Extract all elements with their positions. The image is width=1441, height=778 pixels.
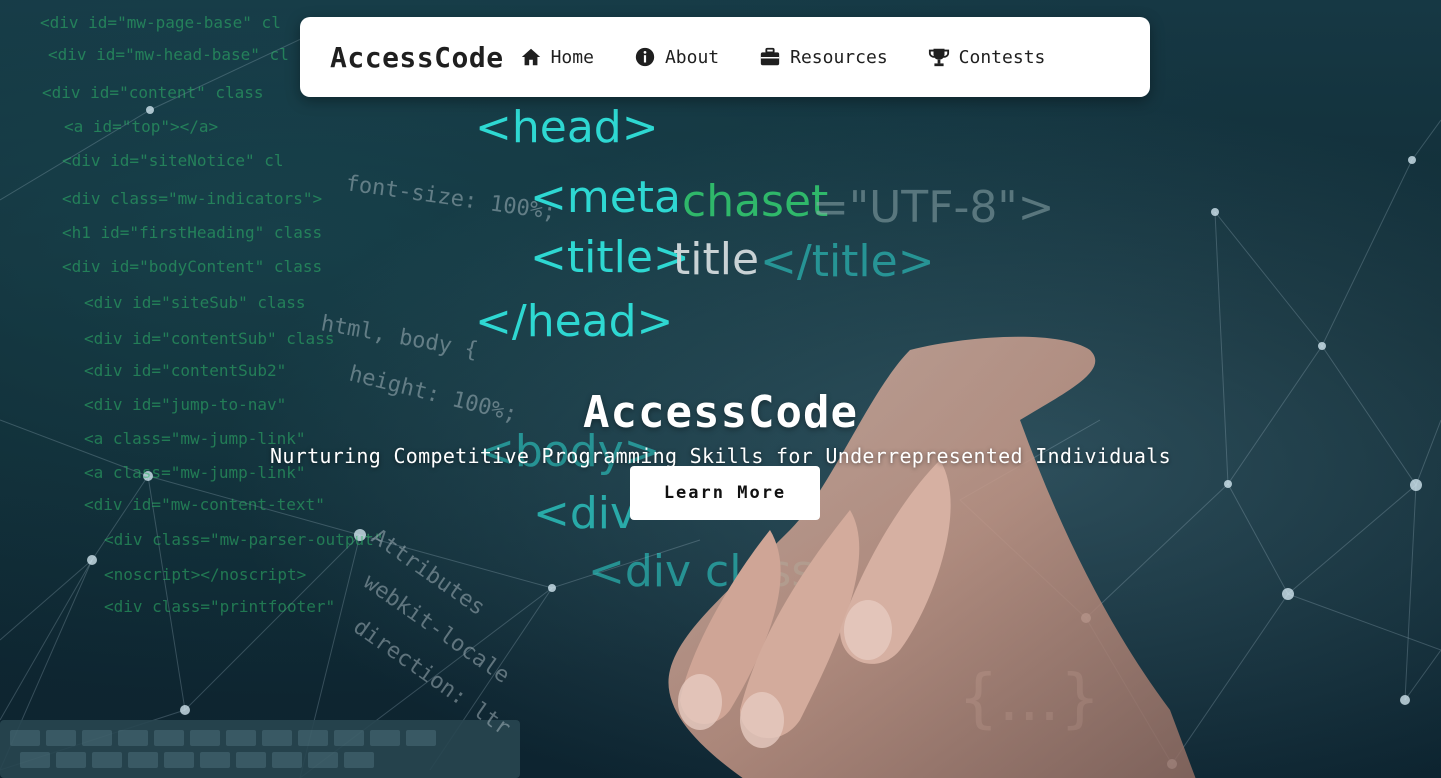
- nav-item-label: Contests: [958, 46, 1046, 68]
- side-code-line: <div class="mw-parser-output": [104, 530, 383, 549]
- nav-item-resources[interactable]: Resources: [759, 46, 888, 68]
- info-icon: [635, 47, 655, 67]
- side-code-line: <div id="siteSub" class: [84, 293, 306, 312]
- side-code-line: <div id="siteNotice" cl: [62, 151, 284, 170]
- brand-logo[interactable]: AccessCode: [330, 41, 504, 74]
- nav-item-label: Resources: [790, 46, 888, 68]
- side-code-line: <div id="content" class: [42, 83, 264, 102]
- hero-title: AccessCode: [583, 387, 858, 439]
- learn-more-button[interactable]: Learn More: [630, 466, 820, 520]
- hero-subtitle: Nurturing Competitive Programming Skills…: [270, 444, 1171, 468]
- nav-item-contests[interactable]: Contests: [928, 46, 1046, 68]
- code-line: <meta: [530, 172, 681, 223]
- side-code-line: <noscript></noscript>: [104, 565, 306, 584]
- css-fragment: font-size: 100%;: [344, 171, 557, 225]
- code-line: title: [673, 234, 759, 285]
- trophy-icon: [928, 48, 949, 67]
- code-line: <head>: [475, 102, 659, 153]
- side-code-line: <div id="contentSub" class: [84, 329, 334, 348]
- code-line: <title>: [530, 232, 690, 283]
- home-icon: [521, 48, 540, 66]
- side-code-line: <div id="mw-page-base" cl: [40, 13, 281, 32]
- nav-item-label: About: [664, 46, 720, 68]
- side-code-line: <div id="bodyContent" class: [62, 257, 322, 276]
- side-code-line: <div id="contentSub2": [84, 361, 286, 380]
- briefcase-icon: [760, 47, 780, 66]
- nav-item-about[interactable]: About: [634, 46, 719, 68]
- code-line: <div: [533, 488, 636, 539]
- side-code-line: <a id="top"></a>: [64, 117, 218, 136]
- nav-item-home[interactable]: Home: [520, 46, 594, 68]
- side-code-line: <div id="mw-content-text": [84, 495, 325, 514]
- nav-item-label: Home: [550, 46, 594, 68]
- code-line: ="UTF-8">: [812, 182, 1054, 233]
- keyboard-graphic: [0, 720, 520, 778]
- side-code-line: <div class="mw-indicators">: [62, 189, 322, 208]
- css-fragment: html, body {: [319, 311, 480, 363]
- side-code-line: <div id="mw-head-base" cl: [48, 45, 289, 64]
- side-code-line: <h1 id="firstHeading" class: [62, 223, 322, 242]
- code-line: chaset: [682, 176, 828, 227]
- side-code-line: <div class="printfooter": [104, 597, 335, 616]
- code-line: </title>: [760, 236, 935, 287]
- navbar: AccessCode Home About Resources Contests: [300, 17, 1150, 97]
